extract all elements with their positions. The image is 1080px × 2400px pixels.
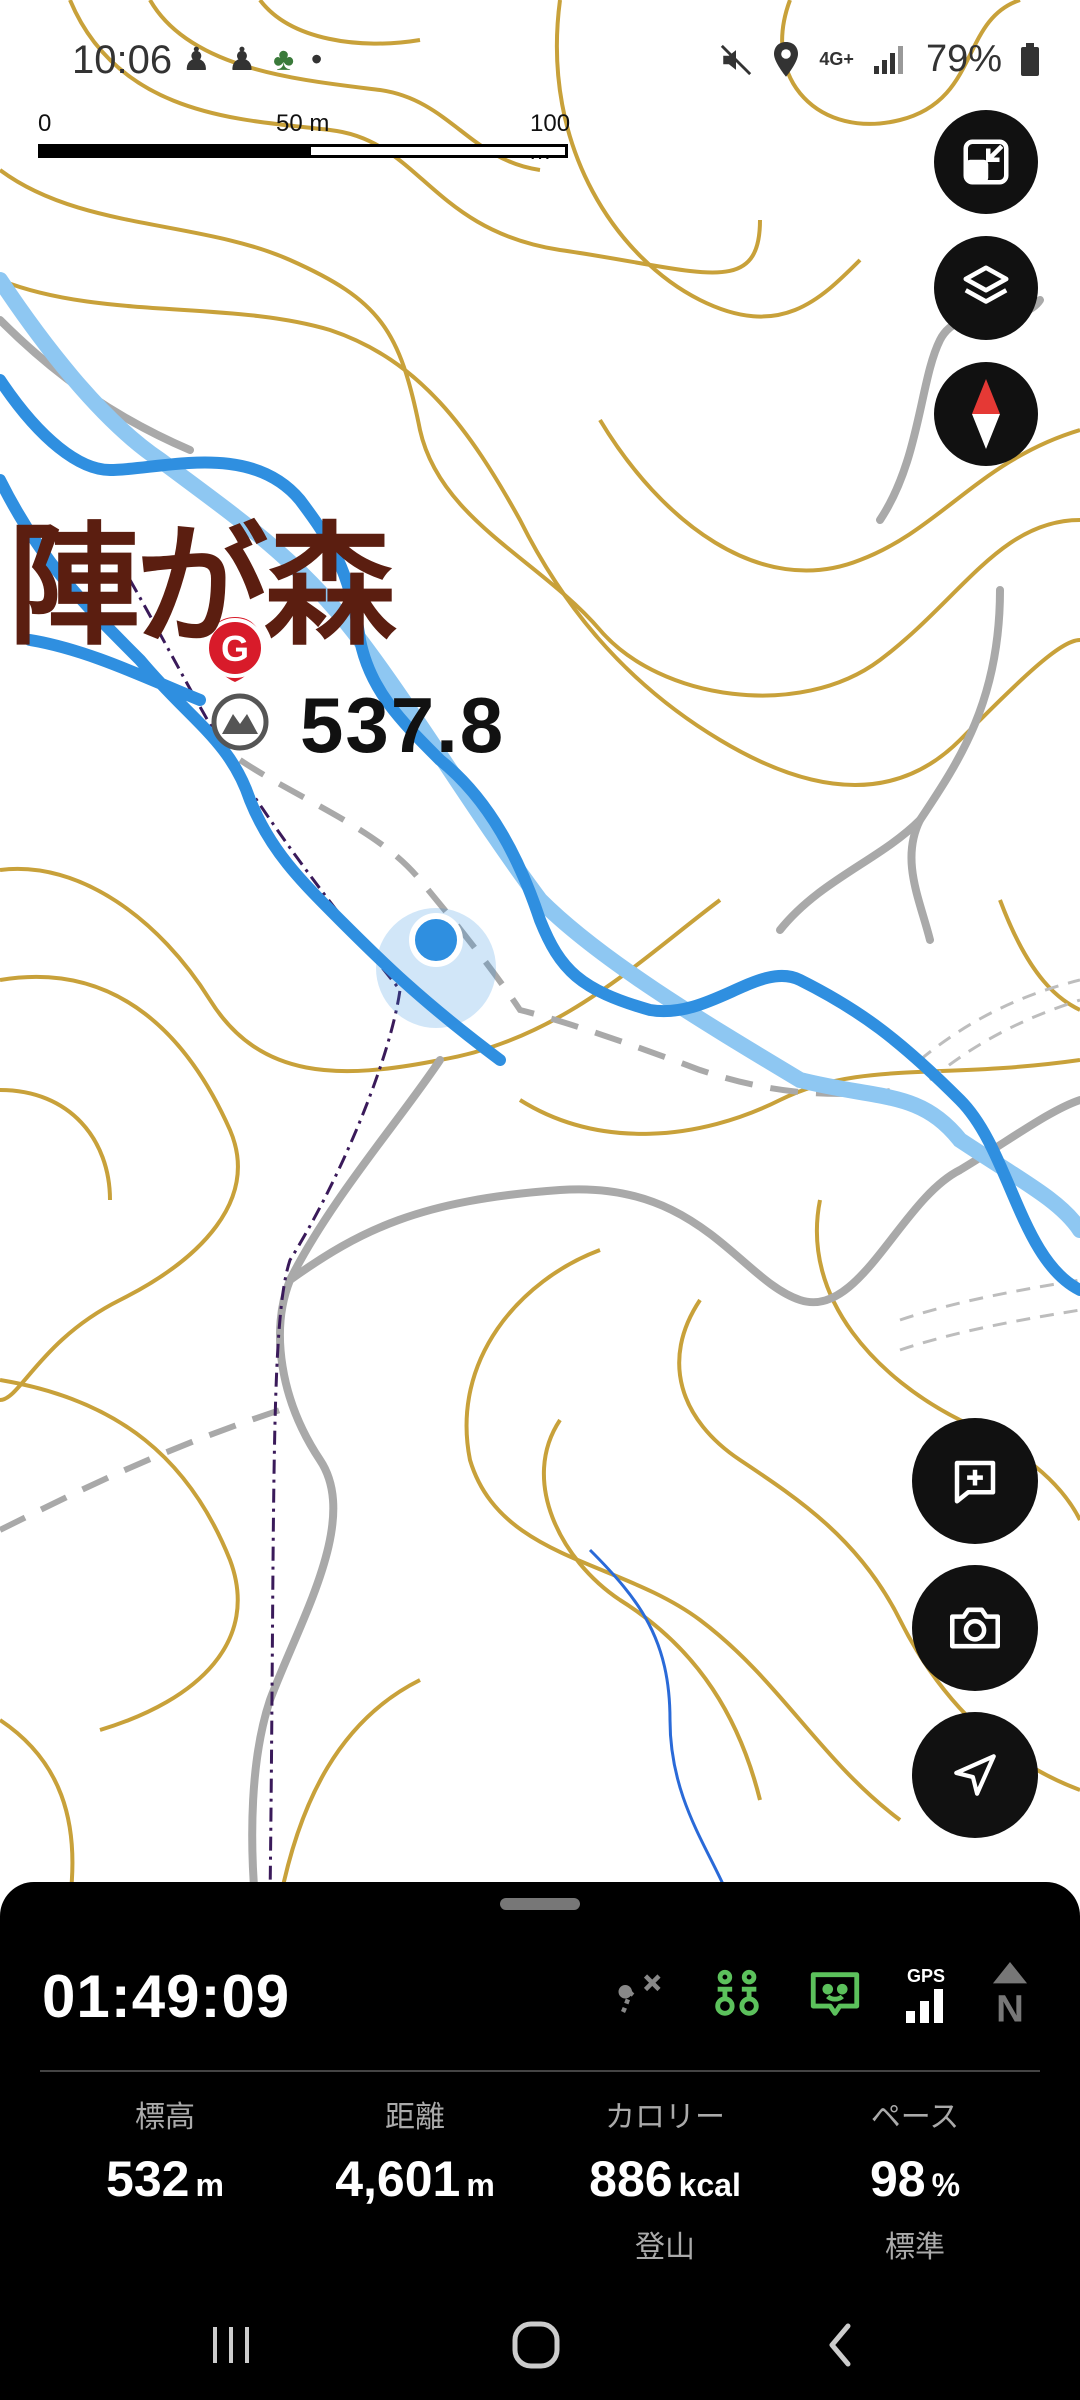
tree-icon: ♣ [273,41,299,77]
companions-icon[interactable] [708,1965,766,2023]
hiker-icon: ♟ [182,41,215,77]
stat-value: 4,601 [335,2151,461,2207]
panel-status-icons: GPS N [614,1962,1032,2026]
status-time: 10:06 [72,38,173,82]
battery-icon [1021,42,1039,76]
safety-share-icon[interactable] [806,1965,864,2023]
peak-elevation-label: 537.8 [300,681,506,769]
stat-label: カロリー [605,2101,725,2134]
gps-label: GPS [906,1965,945,1986]
fit-screen-button[interactable] [934,110,1038,214]
summit-icon [211,693,269,751]
stat-sub: 登山 [635,2231,695,2264]
current-location-dot [409,913,463,967]
stat-distance: 距離 4,601 m [295,2092,535,2222]
back-button[interactable] [790,2310,890,2380]
add-memo-button[interactable] [912,1418,1038,1544]
layers-button[interactable] [934,236,1038,340]
home-button[interactable] [486,2310,586,2380]
elapsed-time: 01:49:09 [42,1963,291,2030]
notification-icons: ♟ ♟ ♣ • [182,40,326,78]
dot-icon: • [311,41,327,77]
stat-unit: kcal [678,2167,741,2203]
stat-label: 距離 [385,2101,445,2134]
off-route-icon[interactable] [614,1967,668,2021]
gps-bars-icon [906,1988,943,2023]
compass-button[interactable] [934,362,1038,466]
system-nav-bar [0,2290,1080,2400]
scale-bar: 0 50 m 100 m [38,110,578,165]
stat-unit: % [931,2167,961,2203]
battery-percent: 79% [925,38,1002,80]
status-bar: 10:06 ♟ ♟ ♣ • 4G+ 79% [0,0,1080,110]
stat-altitude: 標高 532 m [45,2092,285,2222]
recents-button[interactable] [182,2310,282,2380]
scale-label-0: 0 [38,110,52,137]
navigate-button[interactable] [912,1712,1038,1838]
stat-value: 532 [106,2151,190,2207]
recents-icon [213,2327,249,2363]
scale-bar-graphic [38,144,568,158]
stat-value: 886 [589,2151,673,2207]
add-memo-icon [954,1460,996,1504]
back-icon [829,2323,851,2367]
tracking-panel[interactable]: 01:49:09 GPS N 標高 532 m 距離 4,601 m カロリー 88… [0,1882,1080,2400]
location-icon [774,41,799,77]
stat-sub: 標準 [885,2231,945,2264]
camera-icon [950,1607,1000,1649]
stat-label: 標高 [135,2101,195,2134]
north-up-icon[interactable]: N [988,1962,1032,2026]
panel-divider [40,2070,1040,2072]
stat-pace: ペース 98% 標準 [795,2092,1035,2266]
panel-drag-handle[interactable] [500,1898,580,1910]
compass-icon [972,379,1000,449]
gps-signal-icon[interactable]: GPS [904,1966,948,2023]
navigate-icon [954,1754,996,1796]
mute-icon [721,44,752,75]
stat-value: 98 [869,2151,926,2207]
svg-text:N: N [996,1988,1024,2026]
network-type: 4G+ [819,49,854,69]
place-name-label: 陣が森 [8,513,396,660]
hiker-icon: ♟ [227,41,261,77]
home-icon [512,2321,560,2369]
layers-icon [963,265,1009,304]
stat-unit: m [466,2167,495,2203]
stat-unit: m [195,2167,224,2203]
fit-screen-icon [963,139,1009,185]
stat-calories: カロリー 886 kcal 登山 [545,2092,785,2266]
signal-icon [873,45,903,74]
camera-button[interactable] [912,1565,1038,1691]
stat-label: ペース [870,2101,960,2134]
scale-label-50: 50 m [276,110,330,137]
